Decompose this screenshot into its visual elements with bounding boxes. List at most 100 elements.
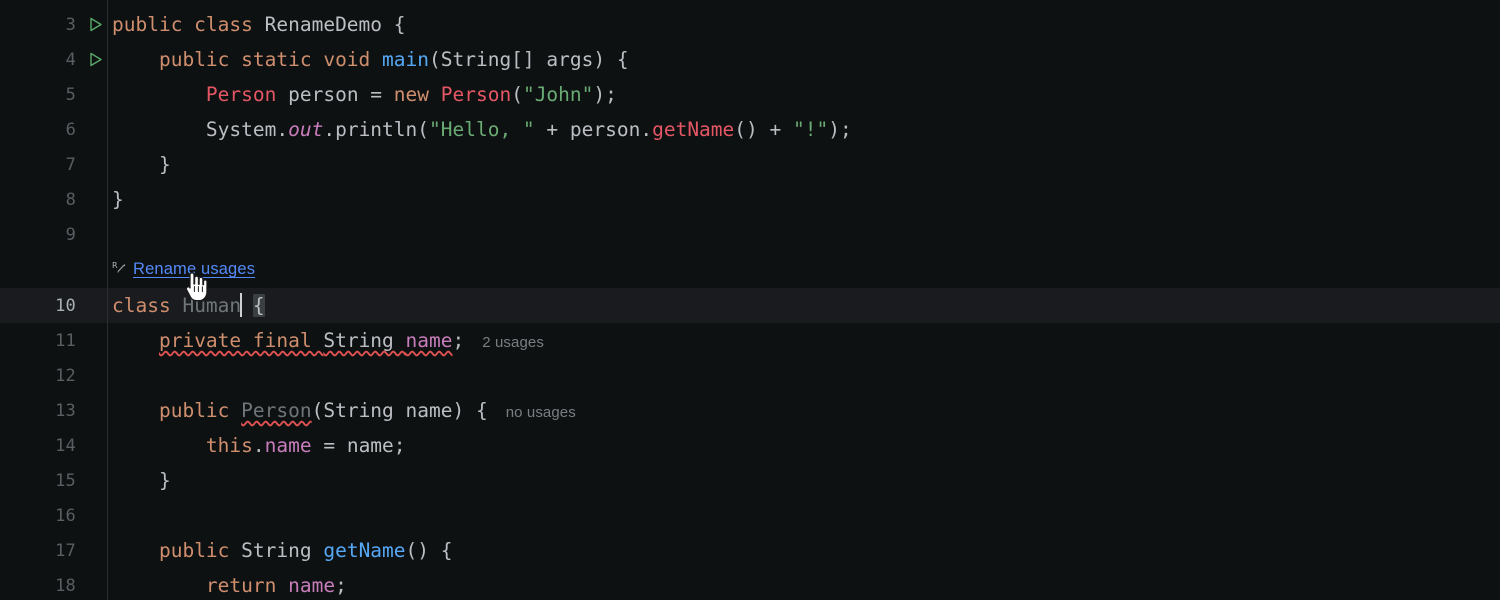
gutter-line-6: 6 (0, 112, 108, 147)
token-keyword: public static void (158, 48, 383, 71)
code-line-10[interactable]: class Human { (112, 288, 265, 323)
token-field-name: name (288, 574, 336, 597)
token-variable: person = (276, 83, 394, 106)
token-params: (String[] args) { (429, 48, 629, 71)
gutter-line-9: 9 (0, 217, 108, 252)
code-line-4[interactable]: public static void main(String[] args) { (112, 42, 629, 77)
gutter-line-16: 16 (0, 498, 108, 533)
token-punctuation: ); (593, 83, 617, 106)
gutter-separator (107, 0, 108, 600)
run-triangle-icon[interactable] (82, 16, 108, 33)
token-string-bang: "!" (792, 118, 829, 141)
code-editor[interactable]: 3 4 5 6 7 8 9 10 11 12 13 14 15 16 17 18… (0, 0, 1500, 600)
token-brace: } (112, 469, 171, 492)
token-keyword-this: this (205, 434, 253, 457)
token-punctuation: ( (511, 83, 523, 106)
code-line-11[interactable]: private final String name; 2 usages (112, 323, 544, 358)
gutter-line-inlay (0, 252, 108, 287)
code-content[interactable]: public class RenameDemo { public static … (112, 0, 1500, 600)
line-number: 9 (65, 224, 76, 245)
gutter-line-4: 4 (0, 42, 108, 77)
token-unresolved-person: Person (440, 83, 512, 106)
token-keyword: public class (112, 13, 265, 36)
line-number: 13 (55, 400, 76, 421)
token-punctuation: { (382, 13, 406, 36)
token-punctuation: () { (405, 539, 453, 562)
token-system: System. (205, 118, 289, 141)
gutter-line-7: 7 (0, 147, 108, 182)
token-type-string: String (323, 329, 406, 352)
token-static-out: out (288, 118, 324, 141)
token-type-string: String (241, 539, 324, 562)
token-method-main: main (382, 48, 429, 71)
line-number: 3 (65, 14, 76, 35)
code-line-13[interactable]: public Person(String name) {no usages (112, 393, 576, 428)
inlay-usages-count[interactable]: 2 usages (482, 334, 544, 351)
token-string-hello: "Hello, " (429, 118, 535, 141)
line-number: 11 (55, 330, 76, 351)
gutter-line-12: 12 (0, 358, 108, 393)
gutter-line-15: 15 (0, 463, 108, 498)
token-method-getname: getName (323, 539, 406, 562)
token-brace: } (112, 153, 171, 176)
code-line-5[interactable]: Person person = new Person("John"); (112, 77, 617, 112)
gutter-line-13: 13 (0, 393, 108, 428)
token-punctuation: ); (828, 118, 852, 141)
code-line-14[interactable]: this.name = name; (112, 428, 406, 463)
token-assignment: = name; (311, 434, 406, 457)
token-println: .println( (323, 118, 430, 141)
token-unresolved-person: Person (205, 83, 277, 106)
gutter-line-8: 8 (0, 182, 108, 217)
line-number: 18 (55, 575, 76, 596)
line-number: 14 (55, 435, 76, 456)
gutter-line-11: 11 (0, 323, 108, 358)
token-field-name: name (405, 329, 453, 352)
code-line-6[interactable]: System.out.println("Hello, " + person.ge… (112, 112, 852, 147)
token-field-name: name (264, 434, 312, 457)
token-dot: . (252, 434, 265, 457)
token-punctuation: ; (335, 574, 347, 597)
code-line-3[interactable]: public class RenameDemo { (112, 7, 406, 42)
code-line-15[interactable]: } (112, 463, 171, 498)
gutter-line-17: 17 (0, 533, 108, 568)
code-line-17[interactable]: public String getName() { (112, 533, 453, 568)
code-line-7[interactable]: } (112, 147, 171, 182)
line-number: 6 (65, 119, 76, 140)
line-number: 7 (65, 154, 76, 175)
run-triangle-icon[interactable] (82, 51, 108, 68)
token-constructor-person: Person (241, 399, 312, 422)
rename-refactor-icon: R (112, 260, 128, 276)
rename-usages-inlay[interactable]: R Rename usages (112, 252, 255, 287)
line-number: 16 (55, 505, 76, 526)
token-keyword-public: public (158, 399, 242, 422)
line-number: 5 (65, 84, 76, 105)
token-punctuation: ; (452, 329, 465, 352)
token-keyword-return: return (205, 574, 289, 597)
token-unresolved-getname: getName (652, 118, 735, 141)
token-string-john: "John" (522, 83, 594, 106)
inlay-usages-count[interactable]: no usages (506, 404, 576, 421)
line-number: 17 (55, 540, 76, 561)
token-rename-target-human: Human (182, 294, 242, 317)
token-keyword-modifiers: private final (158, 329, 324, 352)
gutter-line-3: 3 (0, 7, 108, 42)
token-matching-brace: { (252, 294, 265, 317)
code-line-18[interactable]: return name; (112, 568, 347, 600)
token-class-name: RenameDemo (264, 13, 383, 36)
rename-usages-link[interactable]: Rename usages (133, 260, 255, 279)
line-number: 12 (55, 365, 76, 386)
gutter-line-5: 5 (0, 77, 108, 112)
token-keyword-new: new (393, 83, 441, 106)
token-concat: () + (734, 118, 793, 141)
token-brace: } (112, 188, 124, 211)
line-number: 8 (65, 189, 76, 210)
code-line-8[interactable]: } (112, 182, 124, 217)
